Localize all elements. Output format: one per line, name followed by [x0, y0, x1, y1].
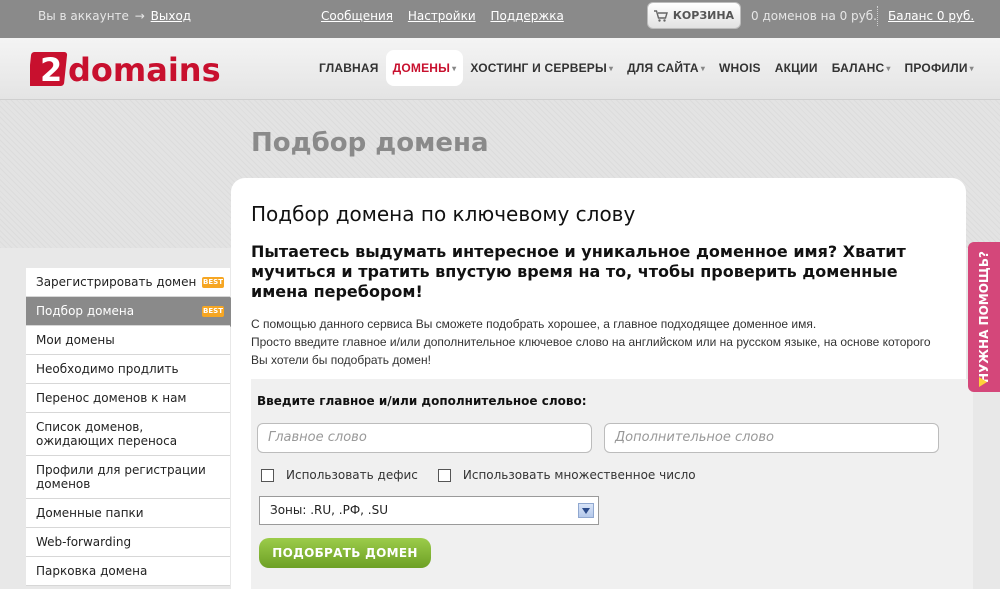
intro-line-1: С помощью данного сервиса Вы сможете под… [251, 317, 817, 331]
sidebar-item-my-domains[interactable]: Мои домены [26, 326, 230, 355]
account-status: Вы в аккаунте → Выход [38, 9, 191, 23]
logo-text: domains [68, 51, 221, 89]
chevron-down-icon: ▾ [969, 63, 974, 73]
top-links: Сообщения Настройки Поддержка [321, 9, 575, 23]
submit-button[interactable]: ПОДОБРАТЬ ДОМЕН [259, 538, 431, 568]
plural-checkbox-label: Использовать множественное число [462, 468, 696, 482]
logout-link[interactable]: Выход [151, 9, 191, 23]
logo[interactable]: 2 domains [30, 46, 250, 90]
nav-promotions[interactable]: АКЦИИ [768, 50, 825, 86]
help-tab[interactable]: НУЖНА ПОМОЩЬ? [968, 242, 1000, 392]
intro-text: С помощью данного сервиса Вы сможете под… [251, 315, 941, 369]
best-badge: BEST [202, 306, 224, 317]
sidebar-item-transfer[interactable]: Перенос доменов к нам [26, 384, 230, 413]
chevron-down-icon: ▾ [452, 63, 457, 73]
hyphen-checkbox-label: Использовать дефис [286, 468, 418, 482]
content-card: Подбор домена по ключевому слову Пытаете… [231, 178, 973, 589]
nav-domains[interactable]: ДОМЕНЫ ▾ [385, 50, 464, 86]
cart-info: 0 доменов на 0 руб. [751, 9, 877, 23]
sidebar-item-parking[interactable]: Парковка домена [26, 557, 230, 586]
form-label: Введите главное и/или дополнительное сло… [257, 394, 587, 408]
plural-checkbox[interactable] [437, 468, 451, 482]
nav-profiles[interactable]: ПРОФИЛИ ▾ [898, 50, 981, 86]
top-bar: Вы в аккаунте → Выход Сообщения Настройк… [0, 0, 1000, 38]
main-word-input[interactable]: Главное слово [257, 423, 592, 453]
main-nav: ГЛАВНАЯ ДОМЕНЫ ▾ ХОСТИНГ И СЕРВЕРЫ ▾ ДЛЯ С… [312, 50, 981, 86]
sidebar: Зарегистрировать домен BEST Подбор домена… [26, 268, 248, 586]
settings-link[interactable]: Настройки [408, 9, 476, 23]
section-heading: Подбор домена по ключевому слову [251, 202, 636, 226]
extra-word-input[interactable]: Дополнительное слово [604, 423, 939, 453]
nav-balance[interactable]: БАЛАНС ▾ [825, 50, 898, 86]
cart-label: КОРЗИНА [672, 9, 735, 22]
play-icon [979, 377, 987, 387]
hyphen-checkbox[interactable] [261, 468, 274, 482]
chevron-down-icon: ▾ [886, 63, 891, 73]
divider [877, 6, 878, 26]
cart-button[interactable]: КОРЗИНА [647, 2, 741, 29]
svg-text:2: 2 [40, 51, 62, 89]
sidebar-item-register[interactable]: Зарегистрировать домен BEST [26, 268, 230, 297]
zones-select[interactable]: Зоны: .RU, .РФ, .SU [259, 496, 599, 525]
nav-hosting[interactable]: ХОСТИНГ И СЕРВЕРЫ ▾ [463, 50, 620, 86]
page-title: Подбор домена [251, 128, 489, 158]
sidebar-item-web-forwarding[interactable]: Web-forwarding [26, 528, 230, 557]
balance-link[interactable]: Баланс 0 руб. [888, 9, 974, 23]
messages-link[interactable]: Сообщения [321, 9, 393, 23]
sidebar-item-domain-folders[interactable]: Доменные папки [26, 499, 230, 528]
sidebar-item-pending-transfer[interactable]: Список доменов, ожидающих переноса [26, 413, 230, 456]
chevron-down-icon [578, 503, 594, 518]
nav-for-site[interactable]: ДЛЯ САЙТА ▾ [620, 50, 712, 86]
sidebar-item-renew[interactable]: Необходимо продлить [26, 355, 230, 384]
arrow-right-icon: → [134, 9, 145, 23]
nav-whois[interactable]: WHOIS [712, 50, 768, 86]
sidebar-item-registration-profiles[interactable]: Профили для регистрации доменов [26, 456, 230, 499]
chevron-down-icon: ▾ [608, 63, 614, 73]
section-subheading: Пытаетесь выдумать интересное и уникальн… [251, 242, 906, 301]
intro-line-2: Просто введите главное и/или дополнитель… [251, 335, 931, 367]
header: 2 domains ГЛАВНАЯ ДОМЕНЫ ▾ ХОСТИНГ И СЕРВ… [0, 38, 1000, 100]
support-link[interactable]: Поддержка [490, 9, 563, 23]
cart-icon [653, 9, 668, 22]
chevron-down-icon: ▾ [700, 63, 706, 73]
zones-select-value: Зоны: .RU, .РФ, .SU [270, 503, 389, 517]
sidebar-item-domain-picker[interactable]: Подбор домена BEST [26, 297, 248, 327]
search-form: Введите главное и/или дополнительное сло… [251, 379, 973, 589]
best-badge: BEST [202, 277, 224, 288]
nav-home[interactable]: ГЛАВНАЯ [312, 50, 386, 86]
account-text: Вы в аккаунте [38, 9, 129, 23]
help-tab-label: НУЖНА ПОМОЩЬ? [977, 251, 991, 383]
options-row: Использовать дефис Использовать множеств… [261, 468, 716, 482]
